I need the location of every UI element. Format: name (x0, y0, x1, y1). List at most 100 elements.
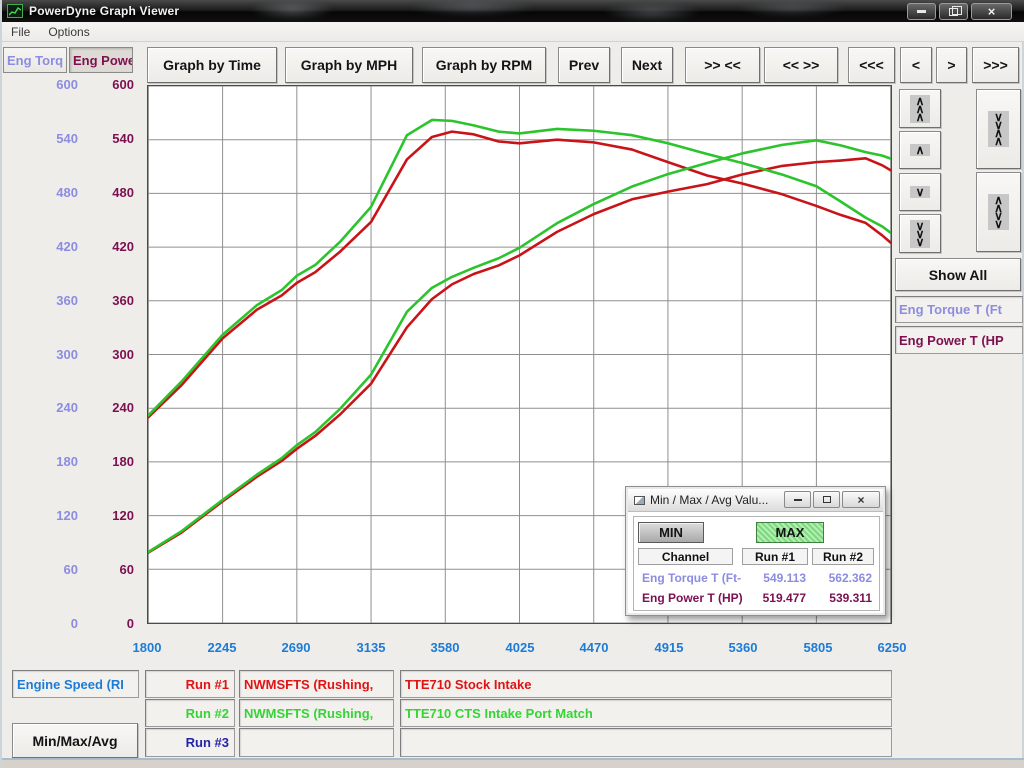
scroll-right-button[interactable]: > (936, 47, 967, 83)
run2-column-header: Run #2 (812, 548, 874, 565)
restore-button[interactable] (939, 3, 968, 20)
menu-options[interactable]: Options (39, 23, 98, 41)
power-run1-max: 519.477 (746, 591, 806, 605)
torque-channel-box[interactable]: Eng Torque T (Ft (895, 296, 1023, 323)
chevrons-up-triple-icon: ∧∧∧ (910, 95, 931, 123)
x-channel-box[interactable]: Engine Speed (RI (12, 670, 139, 698)
power-tick-420: 420 (78, 239, 134, 254)
minmax-title-bar[interactable]: Min / Max / Avg Valu... × (628, 489, 883, 512)
run2-file-box: NWMSFTS (Rushing, (239, 699, 394, 727)
chevron-down-icon: ∨ (910, 186, 931, 198)
app-icon (7, 4, 23, 18)
power-tick-120: 120 (78, 508, 134, 523)
power-tick-240: 240 (78, 400, 134, 415)
scroll-left-button[interactable]: < (900, 47, 932, 83)
chevrons-expand-icon: ∧∧∨∨ (988, 194, 1009, 230)
power-channel-box[interactable]: Eng Power T (HP (895, 326, 1023, 354)
run3-note-box (400, 728, 892, 757)
power-axis-button[interactable]: Eng Powe (69, 47, 133, 73)
rpm-tick-5360: 5360 (729, 640, 758, 655)
torque-tick-180: 180 (22, 454, 78, 469)
powerdyne-window: PowerDyne Graph Viewer × File Options En… (0, 0, 1024, 768)
zoom-in-button[interactable]: >> << (685, 47, 760, 83)
power-row-label: Eng Power T (HP) (642, 591, 743, 605)
rpm-tick-5805: 5805 (804, 640, 833, 655)
menu-file[interactable]: File (2, 23, 39, 41)
aero-glass-reflection (172, 0, 872, 22)
torque-tick-600: 600 (22, 77, 78, 92)
run3-label-box: Run #3 (145, 728, 235, 757)
minmax-avg-button[interactable]: Min/Max/Avg (12, 723, 138, 758)
run1-file-box: NWMSFTS (Rushing, (239, 670, 394, 698)
rpm-tick-2245: 2245 (208, 640, 237, 655)
torque-tick-420: 420 (22, 239, 78, 254)
graph-by-mph-button[interactable]: Graph by MPH (285, 47, 413, 83)
minmax-window-title: Min / Max / Avg Valu... (650, 493, 778, 507)
torque-axis-button[interactable]: Eng Torq (3, 47, 67, 73)
rpm-tick-2690: 2690 (282, 640, 311, 655)
close-icon: × (988, 5, 996, 18)
graph-by-time-button[interactable]: Graph by Time (147, 47, 277, 83)
minimize-icon (794, 499, 802, 501)
minmax-window-icon (634, 496, 645, 505)
close-icon: × (857, 494, 864, 506)
torque-tick-360: 360 (22, 293, 78, 308)
power-tick-300: 300 (78, 347, 134, 362)
torque-tick-120: 120 (22, 508, 78, 523)
chevrons-compress-icon: ∨∨∧∧ (988, 111, 1009, 147)
max-toggle-button[interactable]: MAX (756, 522, 824, 543)
rpm-tick-3580: 3580 (431, 640, 460, 655)
rpm-tick-3135: 3135 (357, 640, 386, 655)
y-scroll-down-button[interactable]: ∨ (899, 173, 941, 211)
minmax-close-button[interactable]: × (842, 491, 880, 508)
power-tick-600: 600 (78, 77, 134, 92)
scroll-first-button[interactable]: <<< (848, 47, 895, 83)
power-run2-max: 539.311 (812, 591, 872, 605)
minimize-button[interactable] (907, 3, 936, 20)
rpm-tick-4025: 4025 (506, 640, 535, 655)
torque-row-label: Eng Torque T (Ft- (642, 571, 741, 585)
y-zoom-expand-button[interactable]: ∧∧∨∨ (976, 172, 1021, 252)
minmax-minimize-button[interactable] (784, 491, 811, 508)
power-tick-0: 0 (78, 616, 134, 631)
run3-file-box (239, 728, 394, 757)
chevron-up-icon: ∧ (910, 144, 931, 156)
power-tick-360: 360 (78, 293, 134, 308)
show-all-button[interactable]: Show All (895, 258, 1021, 291)
run1-note-box: TTE710 Stock Intake (400, 670, 892, 698)
y-scroll-up-button[interactable]: ∧ (899, 131, 941, 169)
menu-bar: File Options (2, 22, 1024, 42)
run1-label-box: Run #1 (145, 670, 235, 698)
y-zoom-compress-button[interactable]: ∨∨∧∧ (976, 89, 1021, 169)
minmax-restore-button[interactable] (813, 491, 840, 508)
rpm-tick-6250: 6250 (878, 640, 907, 655)
prev-button[interactable]: Prev (558, 47, 610, 83)
scroll-last-button[interactable]: >>> (972, 47, 1019, 83)
restore-icon (823, 496, 831, 503)
next-button[interactable]: Next (621, 47, 673, 83)
power-tick-540: 540 (78, 131, 134, 146)
chevrons-down-triple-icon: ∨∨∨ (910, 220, 931, 248)
power-tick-180: 180 (78, 454, 134, 469)
restore-icon (949, 8, 958, 16)
rpm-tick-4470: 4470 (580, 640, 609, 655)
close-button[interactable]: × (971, 3, 1012, 20)
y-scroll-up-fast-button[interactable]: ∧∧∧ (899, 89, 941, 128)
torque-tick-480: 480 (22, 185, 78, 200)
y-scroll-down-fast-button[interactable]: ∨∨∨ (899, 214, 941, 253)
window-bottom-edge (2, 758, 1024, 768)
run2-label-box: Run #2 (145, 699, 235, 727)
power-tick-480: 480 (78, 185, 134, 200)
graph-by-rpm-button[interactable]: Graph by RPM (422, 47, 546, 83)
window-title: PowerDyne Graph Viewer (29, 4, 179, 18)
minimize-icon (917, 10, 926, 13)
torque-tick-300: 300 (22, 347, 78, 362)
torque-tick-60: 60 (22, 562, 78, 577)
torque-tick-240: 240 (22, 400, 78, 415)
min-toggle-button[interactable]: MIN (638, 522, 704, 543)
rpm-tick-4915: 4915 (655, 640, 684, 655)
torque-run2-max: 562.362 (812, 571, 872, 585)
zoom-out-button[interactable]: << >> (764, 47, 838, 83)
rpm-tick-1800: 1800 (133, 640, 162, 655)
title-bar[interactable]: PowerDyne Graph Viewer × (2, 0, 1024, 22)
